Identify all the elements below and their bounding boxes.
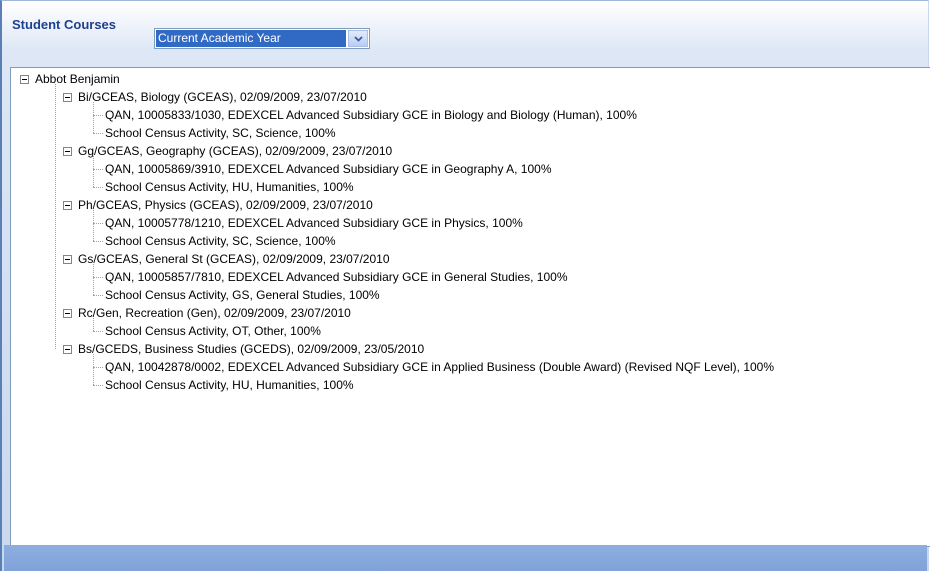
course-detail-item[interactable]: School Census Activity, SC, Science, 100… — [105, 232, 336, 250]
course-detail-item[interactable]: QAN, 10005857/7810, EDEXCEL Advanced Sub… — [105, 268, 568, 286]
tree-connector — [93, 133, 103, 134]
collapse-toggle-icon[interactable] — [20, 75, 29, 84]
status-bar — [4, 545, 927, 571]
course-node[interactable]: Gs/GCEAS, General St (GCEAS), 02/09/2009… — [78, 250, 390, 268]
collapse-toggle-icon[interactable] — [63, 147, 72, 156]
course-detail-item[interactable]: QAN, 10005833/1030, EDEXCEL Advanced Sub… — [105, 106, 637, 124]
dropdown-button[interactable] — [348, 30, 368, 47]
tree-connector — [93, 367, 103, 368]
course-node[interactable]: Ph/GCEAS, Physics (GCEAS), 02/09/2009, 2… — [78, 196, 373, 214]
course-detail-item[interactable]: QAN, 10005869/3910, EDEXCEL Advanced Sub… — [105, 160, 552, 178]
tree-connector — [55, 84, 56, 349]
course-node[interactable]: Rc/Gen, Recreation (Gen), 02/09/2009, 23… — [78, 304, 351, 322]
academic-year-select[interactable]: Current Academic Year — [154, 28, 370, 49]
course-detail-item[interactable]: School Census Activity, HU, Humanities, … — [105, 178, 354, 196]
tree-connector — [93, 223, 103, 224]
course-detail-item[interactable]: School Census Activity, GS, General Stud… — [105, 286, 380, 304]
tree-connector — [93, 210, 94, 241]
course-node[interactable]: Bi/GCEAS, Biology (GCEAS), 02/09/2009, 2… — [78, 88, 367, 106]
collapse-toggle-icon[interactable] — [63, 201, 72, 210]
course-detail-item[interactable]: School Census Activity, HU, Humanities, … — [105, 376, 354, 394]
academic-year-selected-value: Current Academic Year — [156, 30, 346, 47]
course-detail-item[interactable]: School Census Activity, SC, Science, 100… — [105, 124, 336, 142]
tree-connector — [93, 354, 94, 385]
course-node[interactable]: Bs/GCEDS, Business Studies (GCEDS), 02/0… — [78, 340, 424, 358]
student-courses-panel: Student Courses Current Academic Year Ab… — [0, 0, 930, 571]
tree-connector — [93, 295, 103, 296]
tree-connector — [93, 187, 103, 188]
course-node[interactable]: Gg/GCEAS, Geography (GCEAS), 02/09/2009,… — [78, 142, 392, 160]
collapse-toggle-icon[interactable] — [63, 345, 72, 354]
tree-connector — [93, 156, 94, 187]
page-title: Student Courses — [12, 17, 117, 32]
tree-connector — [93, 241, 103, 242]
chevron-down-icon — [353, 35, 363, 42]
tree-root-node[interactable]: Abbot Benjamin — [35, 70, 120, 88]
collapse-toggle-icon[interactable] — [63, 309, 72, 318]
course-detail-item[interactable]: QAN, 10042878/0002, EDEXCEL Advanced Sub… — [105, 358, 774, 376]
tree-connector — [93, 115, 103, 116]
tree-connector — [93, 102, 94, 133]
tree-connector — [93, 264, 94, 295]
tree-connector — [93, 277, 103, 278]
course-tree-view[interactable]: Abbot Benjamin Bi/GCEAS, Biology (GCEAS),… — [10, 67, 930, 547]
tree-connector — [93, 169, 103, 170]
tree-connector — [93, 385, 103, 386]
course-detail-item[interactable]: QAN, 10005778/1210, EDEXCEL Advanced Sub… — [105, 214, 523, 232]
collapse-toggle-icon[interactable] — [63, 255, 72, 264]
course-detail-item[interactable]: School Census Activity, OT, Other, 100% — [105, 322, 321, 340]
course-tree: Abbot Benjamin Bi/GCEAS, Biology (GCEAS),… — [11, 68, 930, 546]
collapse-toggle-icon[interactable] — [63, 93, 72, 102]
tree-connector — [93, 318, 94, 331]
tree-connector — [93, 331, 103, 332]
